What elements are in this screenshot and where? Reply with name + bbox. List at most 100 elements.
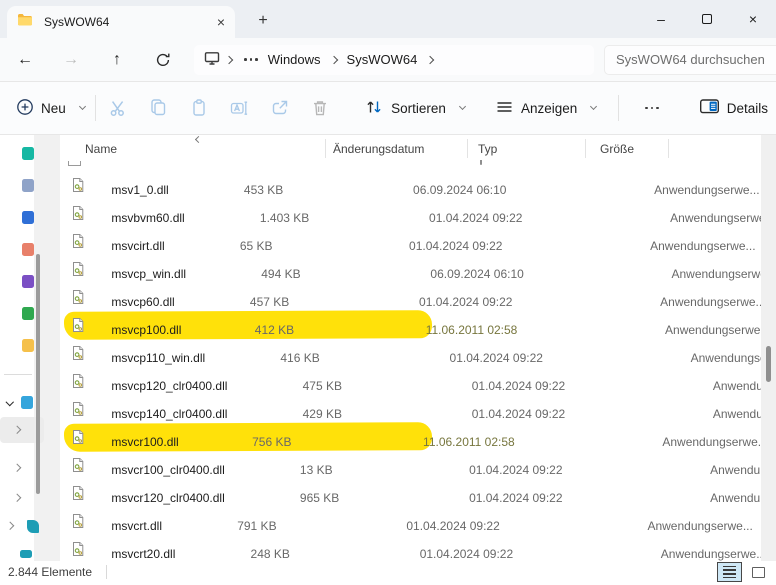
file-row[interactable]: msvbvm60.dll 01.04.2024 09:22 Anwendungs… [60,199,776,227]
chevron-down-icon [5,398,14,406]
dll-file-icon [70,346,89,364]
copy-icon [151,99,166,116]
folder-icon [17,13,33,31]
file-name: msvcp60.dll [111,295,175,309]
list-scrollbar-thumb[interactable] [766,346,771,382]
file-row[interactable]: msvcp60.dll 01.04.2024 09:22 Anwendungse… [60,283,766,311]
file-type: Anwendungserwe... [647,519,753,533]
file-list: Name Änderungsdatum Typ Größe msv1_0.dll… [60,135,776,561]
column-divider[interactable] [467,139,468,158]
refresh-icon[interactable] [146,43,180,77]
chevron-down-icon [590,102,598,111]
sidebar-separator [4,374,32,375]
tab-close-icon[interactable]: × [217,15,225,29]
chevron-right-icon [5,522,14,530]
search-input[interactable] [605,45,776,74]
file-date: 01.04.2024 09:22 [469,463,563,477]
column-header-type[interactable]: Typ [478,142,497,156]
file-row[interactable]: msvcp100.dll 11.06.2011 02:58 Anwendungs… [60,310,770,340]
column-divider[interactable] [668,139,669,158]
file-row[interactable]: msvcrt20.dll 01.04.2024 09:22 Anwendungs… [60,535,766,561]
file-size: 457 KB [249,295,290,309]
details-pane-button[interactable]: Details [691,90,776,126]
this-pc-monitor-icon[interactable] [204,51,220,68]
sidebar-item-network[interactable] [0,513,44,539]
rename-button[interactable] [219,90,259,126]
file-type: Anwendungserwe... [660,295,766,309]
close-button[interactable]: × [730,0,776,38]
file-name: msvcp110_win.dll [111,351,206,365]
file-row[interactable]: msvcp110_win.dll 01.04.2024 09:22 Anwend… [60,339,776,367]
sort-ascending-icon [194,135,203,144]
breadcrumb-syswow64[interactable]: SysWOW64 [343,52,422,67]
chevron-right-icon [12,426,21,434]
dll-file-icon [70,486,89,504]
file-size: 791 KB [237,519,277,533]
large-icons-view-toggle[interactable] [748,564,768,581]
breadcrumb: Windows SysWOW64 [194,44,594,75]
file-name: msvcirt.dll [111,239,165,253]
command-toolbar: Neu Sortieren Anzeigen Details [0,82,776,135]
dll-file-icon [70,318,89,336]
back-button[interactable]: ← [8,43,42,77]
dll-file-icon [70,402,89,420]
column-divider[interactable] [585,139,586,158]
view-button[interactable]: Anzeigen [487,90,604,126]
column-header-name[interactable]: Name [85,142,117,156]
file-size: 965 KB [299,491,340,505]
file-row[interactable]: msvcr100_clr0400.dll 01.04.2024 09:22 An… [60,451,776,479]
list-scrollbar-track[interactable] [761,135,776,561]
file-row[interactable]: msvcirt.dll 01.04.2024 09:22 Anwendungse… [60,227,761,255]
sidebar-item[interactable] [0,541,44,561]
file-row[interactable]: msv1_0.dll 06.09.2024 06:10 Anwendungser… [60,171,761,199]
toolbar-divider [94,95,96,121]
forward-button[interactable]: → [54,43,88,77]
file-date: 01.04.2024 09:22 [419,547,514,561]
column-divider[interactable] [325,139,326,158]
cut-button[interactable] [98,90,138,126]
breadcrumb-windows[interactable]: Windows [264,52,325,67]
scissors-icon [110,101,124,116]
file-date: 01.04.2024 09:22 [419,295,513,309]
explorer-tab[interactable]: SysWOW64 × [7,6,235,38]
share-button[interactable] [259,90,299,126]
file-size: 416 KB [280,351,320,365]
see-more-button[interactable] [631,90,673,126]
file-row[interactable]: msvcp120_clr0400.dll 01.04.2024 09:22 An… [60,367,776,395]
new-tab-button[interactable]: + [250,9,276,33]
maximize-button[interactable] [684,0,730,38]
sort-button[interactable]: Sortieren [356,90,473,126]
delete-button[interactable] [300,90,340,126]
up-button[interactable]: ↑ [100,43,134,77]
share-icon [272,100,287,115]
paste-button[interactable] [178,90,218,126]
dll-file-icon [70,458,89,476]
details-view-toggle[interactable] [717,562,742,582]
file-type: Anwendungserwe... [670,211,776,225]
file-row[interactable]: msvcp_win.dll 06.09.2024 06:10 Anwendung… [60,255,776,283]
file-row[interactable]: msvcr120_clr0400.dll 01.04.2024 09:22 An… [60,479,776,507]
plus-circle-icon [16,98,34,119]
file-row[interactable]: msvcrt.dll 01.04.2024 09:22 Anwendungser… [60,507,761,535]
file-row[interactable]: msvcr100.dll 11.06.2011 02:58 Anwendungs… [60,422,768,452]
file-type: Anwendungserwe... [662,435,768,449]
sort-button-label: Sortieren [391,100,446,116]
file-row[interactable]: msvcp140_clr0400.dll 01.04.2024 09:22 An… [60,395,776,423]
file-name: msvcp120_clr0400.dll [111,379,228,393]
main-content: Name Änderungsdatum Typ Größe msv1_0.dll… [0,135,776,561]
column-header-size[interactable]: Größe [600,142,634,156]
minimize-button[interactable]: – [638,0,684,38]
column-header-date[interactable]: Änderungsdatum [333,142,424,156]
breadcrumb-overflow-button[interactable] [238,58,264,61]
navigation-pane [0,135,60,561]
this-pc-icon [20,395,33,409]
details-button-label: Details [726,100,769,116]
file-date: 01.04.2024 09:22 [409,239,503,253]
network-icon [26,519,39,533]
new-button-label: Neu [41,100,66,116]
copy-button[interactable] [138,90,178,126]
file-name: msvcr120_clr0400.dll [111,491,225,505]
sidebar-scrollbar[interactable] [36,254,40,494]
rename-icon [230,101,248,115]
new-button[interactable]: Neu [8,90,93,126]
